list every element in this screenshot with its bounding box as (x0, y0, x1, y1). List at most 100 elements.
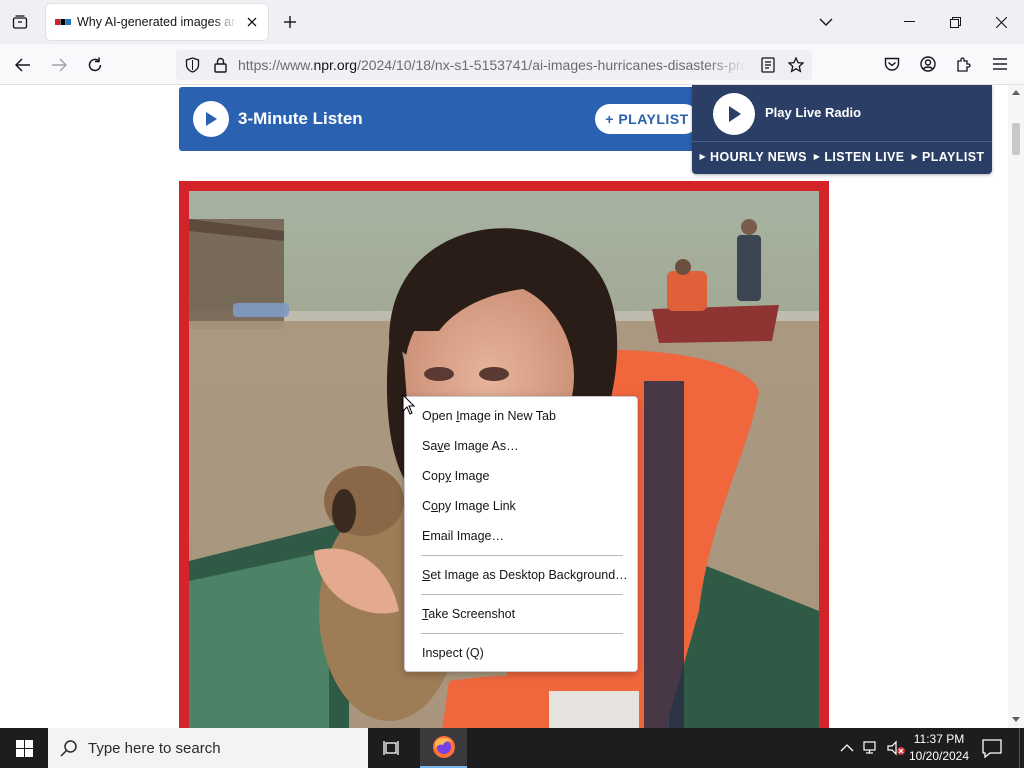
menu-separator (421, 555, 623, 556)
show-hidden-icons-icon[interactable] (838, 738, 856, 758)
puzzle-icon (957, 57, 971, 72)
active-tab[interactable]: Why AI-generated images are being used t… (46, 4, 268, 40)
radio-links: ▶ HOURLY NEWS ▶ LISTEN LIVE ▶ PLAYLIST (692, 150, 992, 164)
reload-icon (88, 57, 102, 72)
tab-title: Why AI-generated images are being used t… (77, 15, 237, 29)
address-bar[interactable]: https://www.npr.org/2024/10/18/nx-s1-515… (176, 50, 812, 80)
back-button[interactable] (8, 50, 38, 80)
restore-button[interactable] (932, 0, 978, 44)
close-window-button[interactable] (978, 0, 1024, 44)
listen-play-button[interactable] (193, 101, 229, 137)
account-icon (920, 56, 936, 72)
windows-logo-icon (15, 739, 33, 757)
bookmark-button[interactable] (784, 53, 808, 77)
application-menu-button[interactable] (986, 50, 1014, 78)
scrollbar-thumb[interactable] (1012, 123, 1020, 155)
hourly-news-link[interactable]: ▶ HOURLY NEWS (699, 150, 806, 164)
radio-playlist-link[interactable]: ▶ PLAYLIST (911, 150, 984, 164)
tracking-protection-button[interactable] (182, 55, 202, 75)
network-icon[interactable] (862, 738, 880, 758)
search-icon (60, 740, 77, 757)
set-desktop-background-item[interactable]: Set Image as Desktop Background… (406, 561, 638, 589)
copy-image-item[interactable]: Copy Image (406, 462, 638, 490)
forward-button[interactable] (44, 50, 74, 80)
menu-separator (421, 633, 623, 634)
listen-duration-label[interactable]: 3-Minute Listen (238, 109, 363, 129)
clock-time: 11:37 PM (913, 732, 965, 746)
task-view-icon (383, 741, 399, 755)
url-text[interactable]: https://www.npr.org/2024/10/18/nx-s1-515… (238, 57, 748, 73)
audio-listen-bar: 3-Minute Listen + PLAYLIST (179, 87, 719, 151)
firefox-icon (432, 736, 455, 758)
scroll-down-arrow-icon[interactable] (1011, 715, 1021, 725)
copy-image-link-item[interactable]: Copy Image Link (406, 492, 638, 520)
task-view-button[interactable] (372, 728, 412, 768)
reader-view-icon (761, 57, 775, 73)
menu-item-label: Open Image in New Tab (422, 409, 556, 423)
pocket-button[interactable] (878, 50, 906, 78)
start-button[interactable] (0, 728, 48, 768)
menu-item-label: Copy Image (422, 469, 490, 483)
chevron-down-icon (819, 18, 833, 26)
reader-view-button[interactable] (756, 53, 780, 77)
tab-list-button[interactable] (6, 8, 34, 36)
volume-muted-icon[interactable] (886, 738, 906, 758)
live-radio-label[interactable]: Play Live Radio (765, 105, 861, 120)
open-image-new-tab-item[interactable]: Open Image in New Tab (406, 402, 638, 430)
close-icon (247, 17, 257, 27)
scroll-up-arrow-icon[interactable] (1011, 87, 1021, 97)
close-icon (995, 16, 1007, 28)
email-image-item[interactable]: Email Image… (406, 522, 638, 550)
menu-item-label: Copy Image Link (422, 499, 516, 513)
list-all-tabs-button[interactable] (812, 8, 840, 36)
page-scrollbar[interactable] (1008, 85, 1024, 728)
play-icon (729, 106, 741, 122)
clock-date: 10/20/2024 (908, 749, 970, 763)
hamburger-icon (993, 58, 1007, 70)
take-screenshot-item[interactable]: Take Screenshot (406, 600, 638, 628)
menu-item-label: Inspect (Q) (422, 646, 484, 660)
show-desktop-button[interactable] (1019, 728, 1024, 768)
reload-button[interactable] (80, 50, 110, 80)
live-radio-play-button[interactable] (713, 93, 755, 135)
plus-icon (284, 16, 296, 28)
add-to-playlist-button[interactable]: + PLAYLIST (595, 104, 699, 134)
live-radio-panel: Play Live Radio ▶ HOURLY NEWS ▶ LISTEN LIV… (692, 85, 992, 174)
taskbar-clock[interactable]: 11:37 PM 10/20/2024 (906, 731, 972, 765)
taskbar-search-box[interactable]: Type here to search (48, 728, 368, 768)
windows-taskbar: Type here to search 11:37 PM 10/20/2024 (0, 728, 1024, 768)
minimize-icon (903, 21, 915, 22)
url-host: npr.org (313, 57, 358, 73)
forward-arrow-icon (52, 58, 67, 72)
account-button[interactable] (914, 50, 942, 78)
tab-bar: Why AI-generated images are being used t… (0, 0, 1024, 44)
menu-item-label: Email Image… (422, 529, 504, 543)
listen-live-link[interactable]: ▶ LISTEN LIVE (814, 150, 905, 164)
tab-list-icon (12, 15, 28, 29)
caret-right-icon: ▶ (699, 152, 707, 161)
inspect-item[interactable]: Inspect (Q) (406, 639, 638, 667)
minimize-button[interactable] (886, 0, 932, 44)
close-tab-button[interactable] (242, 12, 262, 32)
play-icon (206, 112, 217, 126)
caret-right-icon: ▶ (813, 152, 821, 161)
save-image-as-item[interactable]: Save Image As… (406, 432, 638, 460)
url-path: /2024/10/18/nx-s1-5153741/ai-images-hurr… (357, 57, 748, 73)
menu-item-label: Set Image as Desktop Background… (422, 568, 628, 582)
firefox-taskbar-button[interactable] (420, 728, 467, 768)
lock-icon (213, 57, 227, 73)
notification-center-icon[interactable] (980, 736, 1004, 760)
mouse-pointer-icon (402, 394, 416, 415)
url-scheme: https://www. (238, 57, 314, 73)
restore-icon (949, 16, 961, 28)
site-info-button[interactable] (210, 55, 230, 75)
shield-icon (185, 57, 199, 73)
extensions-button[interactable] (950, 50, 978, 78)
pocket-icon (884, 57, 900, 71)
divider (692, 141, 992, 142)
radio-playlist-label: PLAYLIST (922, 150, 985, 164)
new-tab-button[interactable] (276, 8, 304, 36)
image-context-menu: Open Image in New Tab Save Image As… Cop… (404, 396, 638, 672)
menu-separator (421, 594, 623, 595)
menu-item-label: Take Screenshot (422, 607, 516, 621)
